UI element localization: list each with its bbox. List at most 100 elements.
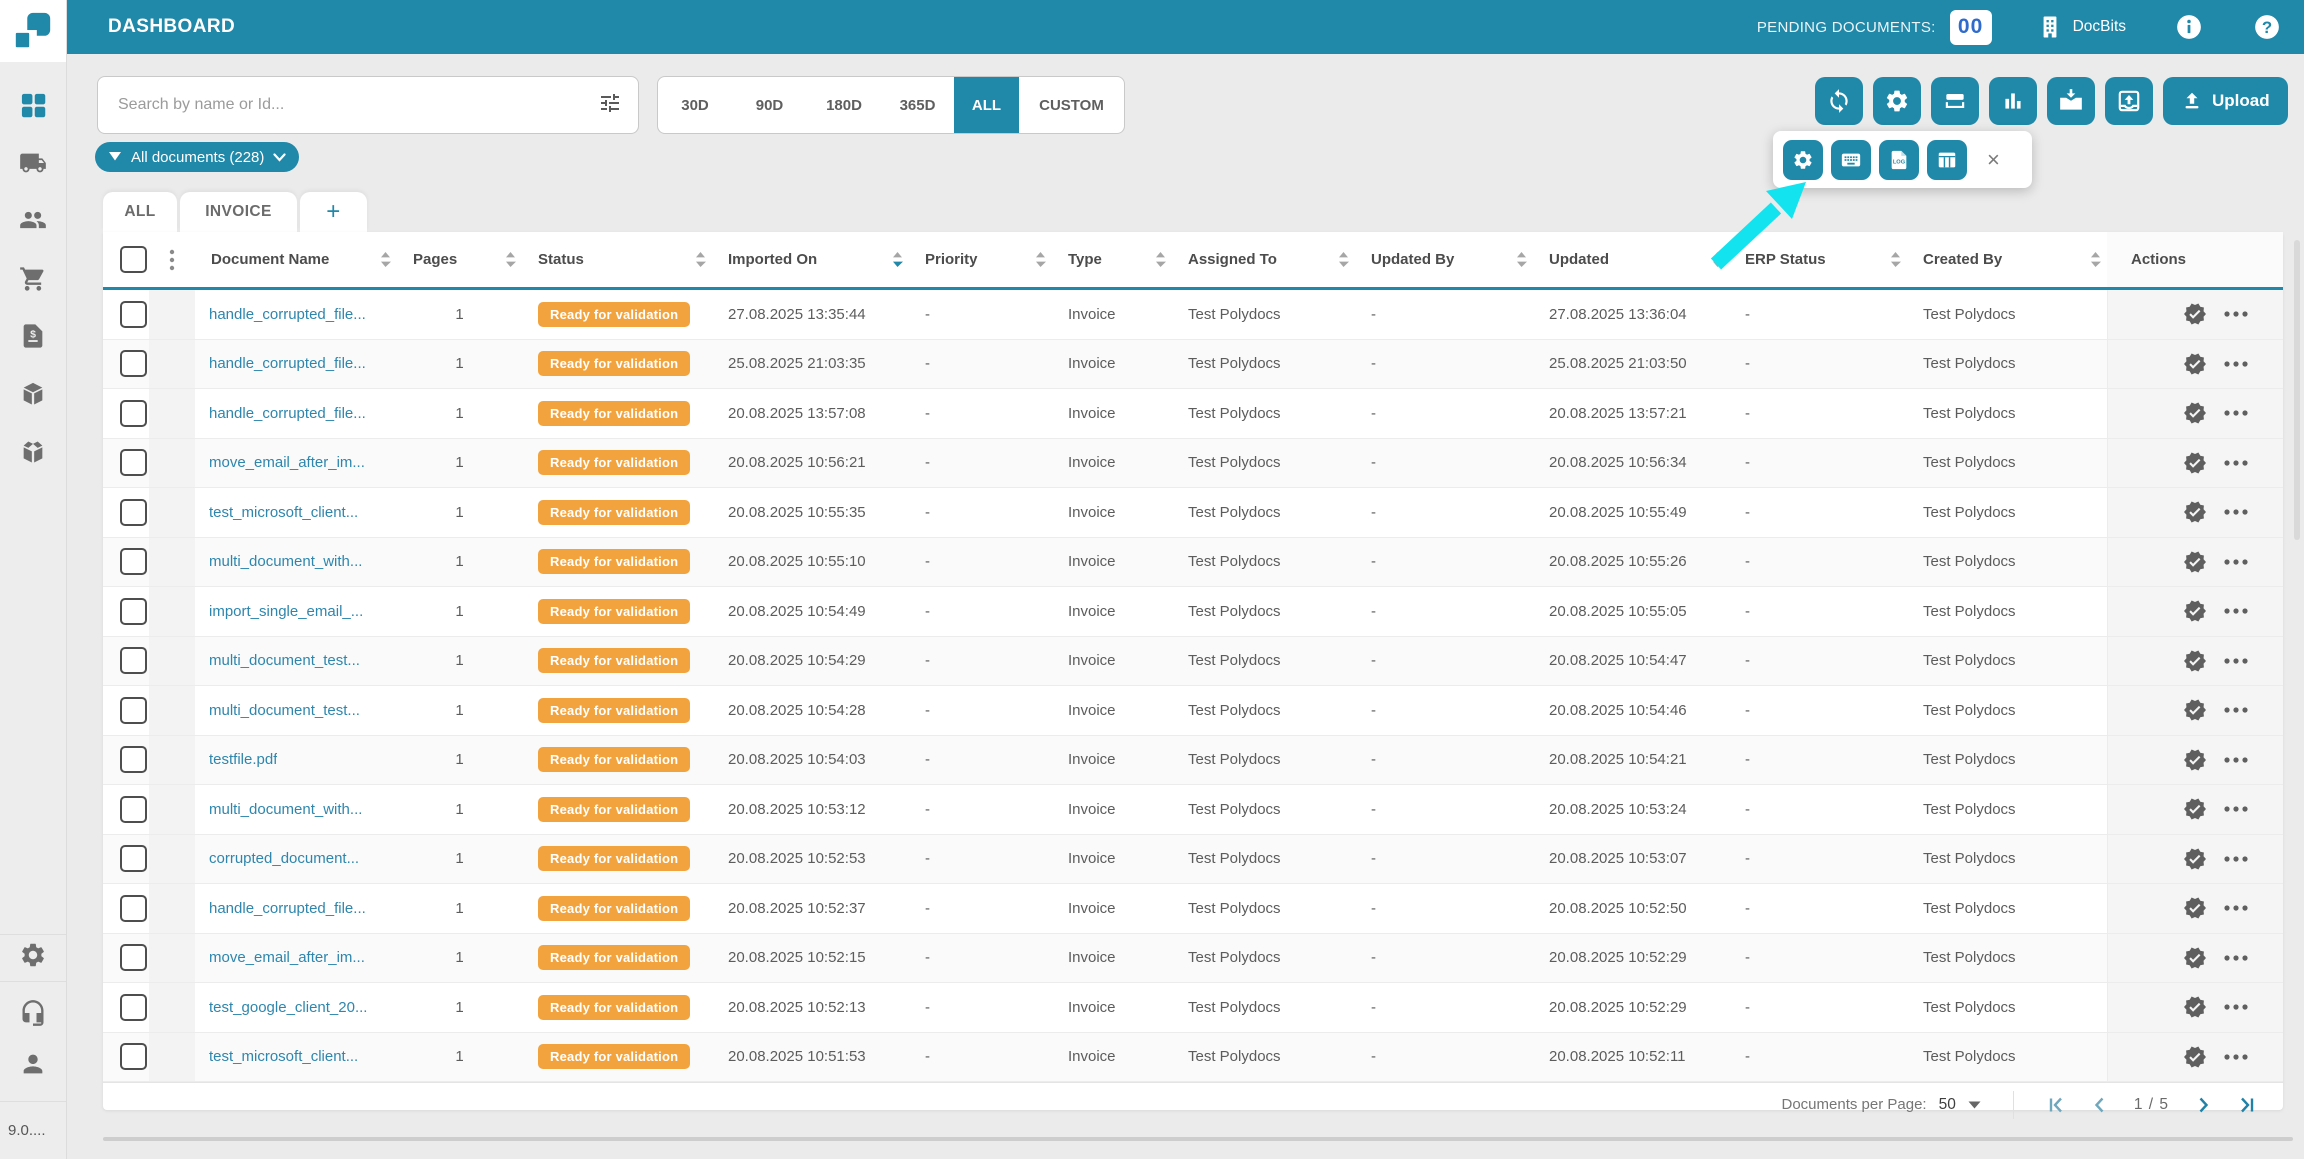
column-header-type[interactable]: Type: [1052, 232, 1172, 287]
table-row[interactable]: test_microsoft_client...1Ready for valid…: [103, 1033, 2283, 1083]
row-more-actions-button[interactable]: [2223, 756, 2249, 764]
settings-button[interactable]: [1873, 77, 1921, 125]
tab-invoice[interactable]: INVOICE: [180, 192, 297, 232]
table-row[interactable]: import_single_email_...1Ready for valida…: [103, 587, 2283, 637]
row-checkbox[interactable]: [120, 845, 147, 872]
popup-log-button[interactable]: LOG: [1879, 140, 1919, 180]
table-row[interactable]: test_microsoft_client...1Ready for valid…: [103, 488, 2283, 538]
popup-columns-button[interactable]: [1927, 140, 1967, 180]
validate-action-button[interactable]: [2183, 649, 2207, 673]
popup-close-button[interactable]: ×: [1987, 149, 2000, 171]
validate-action-button[interactable]: [2183, 500, 2207, 524]
popup-keyboard-button[interactable]: [1831, 140, 1871, 180]
document-name-link[interactable]: handle_corrupted_file...: [209, 306, 366, 323]
row-more-actions-button[interactable]: [2223, 904, 2249, 912]
column-header-updatedby[interactable]: Updated By: [1355, 232, 1533, 287]
popup-settings-button[interactable]: [1783, 140, 1823, 180]
column-header-status[interactable]: Status: [522, 232, 712, 287]
sidebar-item-shipping-orders[interactable]: [19, 438, 47, 466]
previous-page-button[interactable]: [2090, 1095, 2110, 1115]
table-row[interactable]: handle_corrupted_file...1Ready for valid…: [103, 290, 2283, 340]
validate-action-button[interactable]: [2183, 401, 2207, 425]
range-180d[interactable]: 180D: [807, 77, 881, 133]
range-custom[interactable]: CUSTOM: [1019, 77, 1124, 133]
table-row[interactable]: handle_corrupted_file...1Ready for valid…: [103, 340, 2283, 390]
row-more-actions-button[interactable]: [2223, 558, 2249, 566]
row-checkbox[interactable]: [120, 895, 147, 922]
document-name-link[interactable]: handle_corrupted_file...: [209, 900, 366, 917]
column-header-assigned[interactable]: Assigned To: [1172, 232, 1355, 287]
validate-action-button[interactable]: [2183, 797, 2207, 821]
row-checkbox[interactable]: [120, 746, 147, 773]
document-name-link[interactable]: move_email_after_im...: [209, 949, 365, 966]
sidebar-item-users[interactable]: [19, 206, 47, 234]
document-name-link[interactable]: test_google_client_20...: [209, 999, 367, 1016]
table-row[interactable]: move_email_after_im...1Ready for validat…: [103, 439, 2283, 489]
row-checkbox[interactable]: [120, 301, 147, 328]
column-header-name[interactable]: Document Name: [195, 232, 397, 287]
document-name-link[interactable]: multi_document_test...: [209, 652, 360, 669]
document-name-link[interactable]: move_email_after_im...: [209, 454, 365, 471]
row-more-actions-button[interactable]: [2223, 805, 2249, 813]
app-logo[interactable]: [0, 0, 66, 62]
sidebar-item-settings[interactable]: [19, 941, 47, 969]
document-name-link[interactable]: handle_corrupted_file...: [209, 355, 366, 372]
validate-action-button[interactable]: [2183, 550, 2207, 574]
row-more-actions-button[interactable]: [2223, 954, 2249, 962]
add-tab-button[interactable]: +: [300, 192, 367, 232]
row-more-actions-button[interactable]: [2223, 855, 2249, 863]
sidebar-item-shipments[interactable]: [19, 149, 47, 177]
row-more-actions-button[interactable]: [2223, 1053, 2249, 1061]
first-page-button[interactable]: [2046, 1095, 2066, 1115]
table-row[interactable]: multi_document_test...1Ready for validat…: [103, 637, 2283, 687]
sidebar-item-purchase-orders[interactable]: [19, 265, 47, 293]
next-page-button[interactable]: [2193, 1095, 2213, 1115]
select-all-checkbox[interactable]: [120, 246, 147, 273]
document-name-link[interactable]: corrupted_document...: [209, 850, 359, 867]
column-header-updated[interactable]: Updated: [1533, 232, 1729, 287]
sidebar-item-dashboard[interactable]: [19, 91, 47, 119]
upload-button[interactable]: Upload: [2163, 77, 2288, 125]
validate-action-button[interactable]: [2183, 698, 2207, 722]
header-kebab-menu[interactable]: [149, 232, 195, 287]
table-row[interactable]: multi_document_test...1Ready for validat…: [103, 686, 2283, 736]
row-more-actions-button[interactable]: [2223, 459, 2249, 467]
search-filters-button[interactable]: [598, 91, 622, 120]
row-checkbox[interactable]: [120, 1043, 147, 1070]
mail-import-button[interactable]: [2047, 77, 2095, 125]
vertical-scrollbar-thumb[interactable]: [2294, 240, 2300, 540]
table-row[interactable]: testfile.pdf1Ready for validation20.08.2…: [103, 736, 2283, 786]
row-more-actions-button[interactable]: [2223, 657, 2249, 665]
validate-action-button[interactable]: [2183, 599, 2207, 623]
column-header-imported[interactable]: Imported On: [712, 232, 909, 287]
validate-action-button[interactable]: [2183, 302, 2207, 326]
row-checkbox[interactable]: [120, 944, 147, 971]
document-name-link[interactable]: test_microsoft_client...: [209, 504, 358, 521]
validate-action-button[interactable]: [2183, 748, 2207, 772]
validate-action-button[interactable]: [2183, 451, 2207, 475]
row-checkbox[interactable]: [120, 647, 147, 674]
sidebar-item-support[interactable]: [19, 999, 47, 1027]
row-checkbox[interactable]: [120, 350, 147, 377]
row-checkbox[interactable]: [120, 449, 147, 476]
range-30d[interactable]: 30D: [658, 77, 732, 133]
row-checkbox[interactable]: [120, 598, 147, 625]
outbox-button[interactable]: [2105, 77, 2153, 125]
table-row[interactable]: move_email_after_im...1Ready for validat…: [103, 934, 2283, 984]
document-name-link[interactable]: multi_document_test...: [209, 702, 360, 719]
document-name-link[interactable]: multi_document_with...: [209, 801, 362, 818]
document-name-link[interactable]: import_single_email_...: [209, 603, 363, 620]
document-name-link[interactable]: handle_corrupted_file...: [209, 405, 366, 422]
validate-action-button[interactable]: [2183, 946, 2207, 970]
row-checkbox[interactable]: [120, 697, 147, 724]
help-button[interactable]: ?: [2252, 12, 2282, 42]
row-checkbox[interactable]: [120, 796, 147, 823]
validate-action-button[interactable]: [2183, 896, 2207, 920]
row-checkbox[interactable]: [120, 400, 147, 427]
scanner-button[interactable]: [1931, 77, 1979, 125]
row-checkbox[interactable]: [120, 548, 147, 575]
analytics-button[interactable]: [1989, 77, 2037, 125]
column-header-priority[interactable]: Priority: [909, 232, 1052, 287]
table-row[interactable]: multi_document_with...1Ready for validat…: [103, 538, 2283, 588]
search-input[interactable]: [116, 95, 598, 115]
